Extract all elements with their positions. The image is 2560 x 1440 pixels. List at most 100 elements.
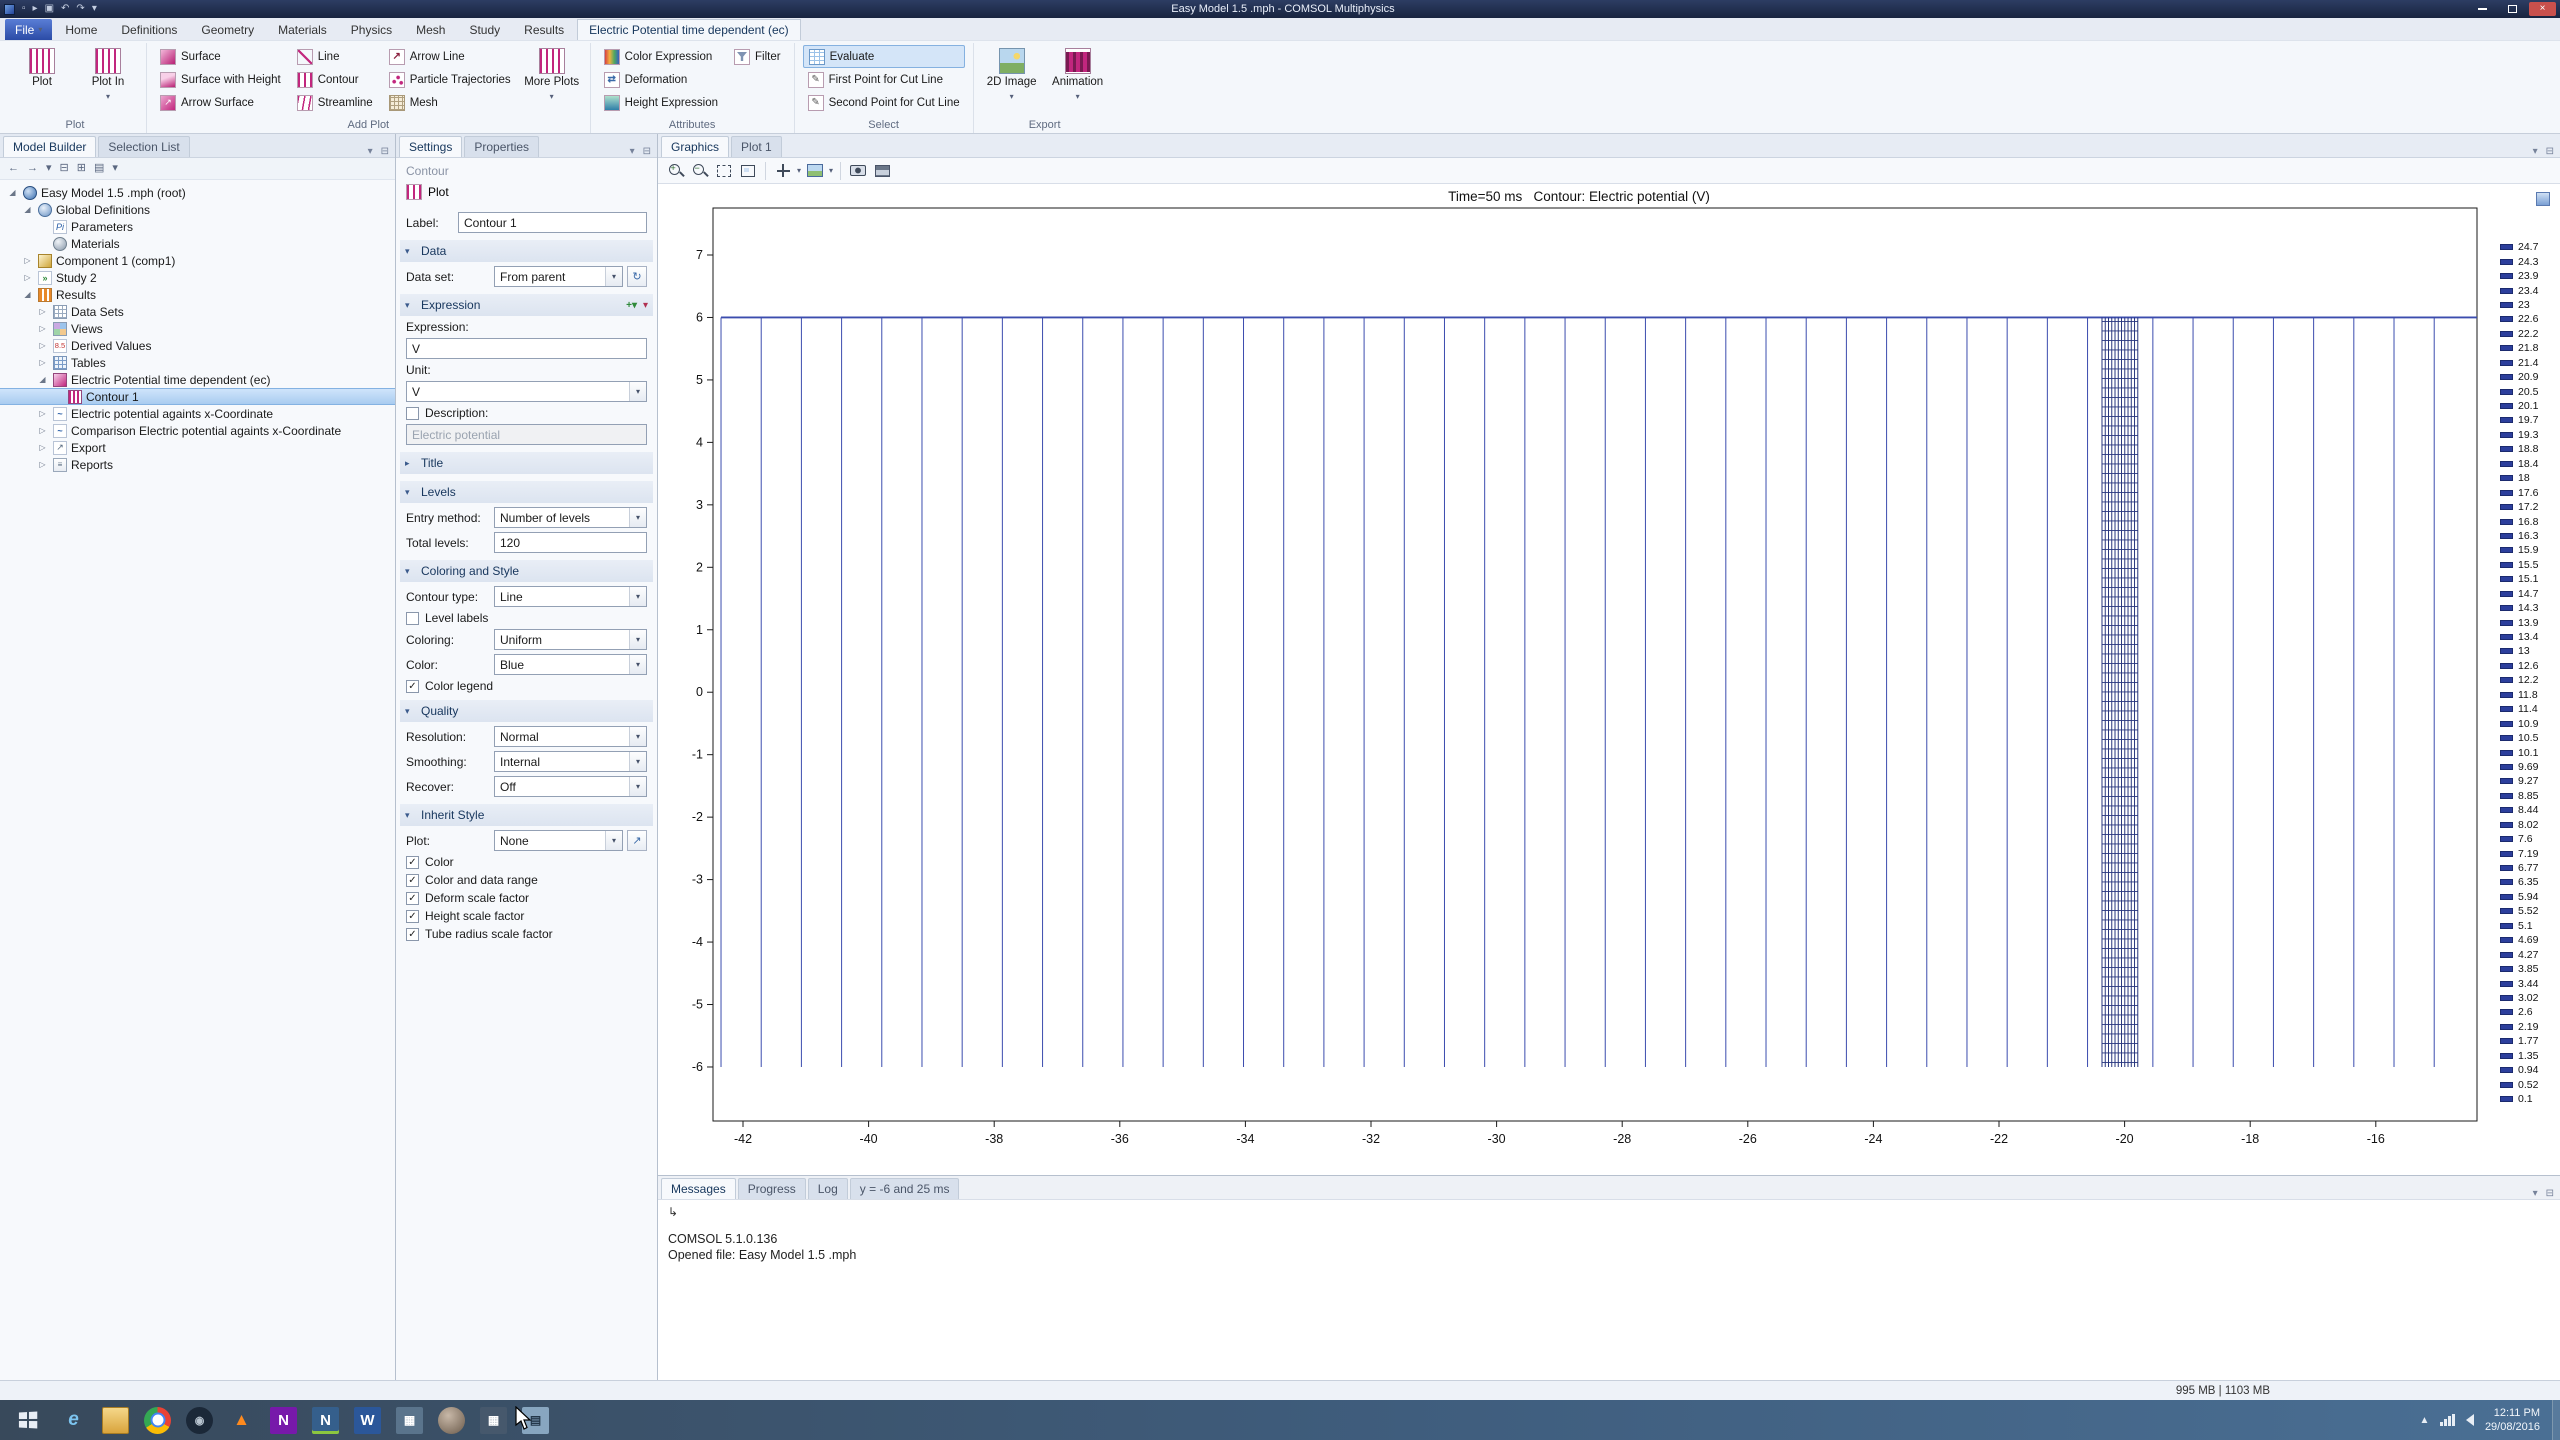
word-icon[interactable]: W xyxy=(354,1407,381,1434)
particle-trajectories-button[interactable]: Particle Trajectories xyxy=(384,68,516,91)
section-header-data[interactable]: ▾Data xyxy=(400,240,653,262)
checkbox-icon[interactable]: ✓ xyxy=(406,910,419,923)
settings-tab[interactable]: Properties xyxy=(464,136,539,157)
maximize-button[interactable] xyxy=(2499,2,2526,16)
tree-item[interactable]: ◢Electric Potential time dependent (ec) xyxy=(0,371,395,388)
panel-collapse-icon[interactable]: ⊟ xyxy=(2543,146,2557,157)
notepad-plus-plus-icon[interactable]: N xyxy=(312,1407,339,1434)
panel-menu-icon[interactable]: ▾ xyxy=(627,146,638,157)
expand-arrow-icon[interactable]: ◢ xyxy=(21,290,34,299)
collapse-all-icon[interactable]: ⊟ xyxy=(60,163,69,174)
expand-arrow-icon[interactable]: ▷ xyxy=(21,273,34,282)
tree-item[interactable]: ▷Data Sets xyxy=(0,303,395,320)
more-plots-button[interactable]: More Plots ▾ xyxy=(522,45,582,101)
steam-icon[interactable]: ◉ xyxy=(186,1407,213,1434)
show-desktop-button[interactable] xyxy=(2552,1400,2560,1440)
checkbox-icon[interactable] xyxy=(406,612,419,625)
graphics-tab[interactable]: Graphics xyxy=(661,136,729,157)
checkbox-row[interactable]: ✓Color legend xyxy=(406,679,647,693)
save-icon[interactable]: ▣ xyxy=(45,4,54,14)
arrow-surface-button[interactable]: ↗Arrow Surface xyxy=(155,91,286,114)
section-header-quality[interactable]: ▾Quality xyxy=(400,700,653,722)
color-dropdown[interactable]: Blue▾ xyxy=(494,654,647,675)
ribbon-tab[interactable]: Materials xyxy=(267,19,338,40)
zoom-box-icon[interactable] xyxy=(738,161,758,181)
smoothing-dropdown[interactable]: Internal▾ xyxy=(494,751,647,772)
snapshot-icon[interactable] xyxy=(848,161,868,181)
messages-tab[interactable]: Progress xyxy=(738,1178,806,1199)
tree-item[interactable]: ▷~Electric potential againts x-Coordinat… xyxy=(0,405,395,422)
tree-item[interactable]: Materials xyxy=(0,235,395,252)
back-icon[interactable]: ← xyxy=(8,163,19,174)
ribbon-tab[interactable]: Results xyxy=(513,19,575,40)
history-dropdown-icon[interactable]: ▾ xyxy=(46,163,52,174)
tree-item[interactable]: ▷»Study 2 xyxy=(0,269,395,286)
checkbox-row[interactable]: ✓Deform scale factor xyxy=(406,891,647,905)
contourtype-dropdown[interactable]: Line▾ xyxy=(494,586,647,607)
chevron-down-icon[interactable]: ▾ xyxy=(829,166,833,175)
animation-button[interactable]: Animation ▾ xyxy=(1048,45,1108,101)
messages-tab[interactable]: y = -6 and 25 ms xyxy=(850,1178,960,1199)
panel-collapse-icon[interactable]: ⊟ xyxy=(640,146,654,157)
checkbox-row[interactable]: ✓Color xyxy=(406,855,647,869)
tree-item[interactable]: ◢Results xyxy=(0,286,395,303)
network-icon[interactable] xyxy=(2440,1414,2455,1426)
coloring-dropdown[interactable]: Uniform▾ xyxy=(494,629,647,650)
volume-icon[interactable] xyxy=(2466,1414,2474,1426)
deformation-button[interactable]: ⇄Deformation xyxy=(599,68,723,91)
zoom-in-icon[interactable]: + xyxy=(666,161,686,181)
tree-item[interactable]: ◢Global Definitions xyxy=(0,201,395,218)
2d-image-button[interactable]: 2D Image ▾ xyxy=(982,45,1042,101)
tree-item[interactable]: ▷Views xyxy=(0,320,395,337)
expand-all-icon[interactable]: ⊞ xyxy=(77,163,86,174)
tree-item[interactable]: ▷Component 1 (comp1) xyxy=(0,252,395,269)
model-builder-tab[interactable]: Model Builder xyxy=(3,136,96,157)
panel-menu-icon[interactable]: ▾ xyxy=(2530,1188,2541,1199)
text-input[interactable]: V xyxy=(406,338,647,359)
section-header-coloring-and-style[interactable]: ▾Coloring and Style xyxy=(400,560,653,582)
panel-menu-icon[interactable]: ▾ xyxy=(365,146,376,157)
text-editor-icon[interactable]: ▤ xyxy=(522,1407,549,1434)
ribbon-tab[interactable]: Definitions xyxy=(110,19,188,40)
gimp-icon[interactable] xyxy=(438,1407,465,1434)
expand-arrow-icon[interactable]: ◢ xyxy=(6,188,19,197)
open-icon[interactable]: ▸ xyxy=(33,4,38,14)
checkbox-icon[interactable] xyxy=(406,407,419,420)
plot-in-button[interactable]: Plot In ▾ xyxy=(78,45,138,101)
expand-arrow-icon[interactable]: ◢ xyxy=(36,375,49,384)
section-header-expression[interactable]: ▾Expression+▾▾ xyxy=(400,294,653,316)
zoom-extents-icon[interactable] xyxy=(714,161,734,181)
undo-icon[interactable]: ↶ xyxy=(61,4,69,14)
plot-button[interactable]: Plot xyxy=(12,45,72,90)
contour-button[interactable]: Contour xyxy=(292,68,378,91)
entrymethod-dropdown[interactable]: Number of levels▾ xyxy=(494,507,647,528)
label-field[interactable]: Contour 1 xyxy=(458,212,647,233)
image-options-icon[interactable] xyxy=(805,161,825,181)
tree-item[interactable]: ▷≡Reports xyxy=(0,456,395,473)
close-button[interactable]: × xyxy=(2529,2,2556,16)
expand-arrow-icon[interactable]: ▷ xyxy=(21,256,34,265)
plot-dropdown[interactable]: None▾ xyxy=(494,830,623,851)
start-button[interactable] xyxy=(0,1400,54,1440)
tree-item[interactable]: PiParameters xyxy=(0,218,395,235)
checkbox-row[interactable]: Level labels xyxy=(406,611,647,625)
legend-settings-icon[interactable] xyxy=(2536,192,2550,206)
checkbox-icon[interactable]: ✓ xyxy=(406,856,419,869)
filter-button[interactable]: Filter xyxy=(729,45,786,68)
settings-tab[interactable]: Settings xyxy=(399,136,462,157)
ribbon-tab[interactable]: Mesh xyxy=(405,19,456,40)
streamline-button[interactable]: Streamline xyxy=(292,91,378,114)
go-to-plot-icon[interactable]: ↗ xyxy=(627,830,647,851)
checkbox-icon[interactable]: ✓ xyxy=(406,874,419,887)
value-input[interactable]: 120 xyxy=(494,532,647,553)
minimize-button[interactable] xyxy=(2469,2,2496,16)
taskbar-clock[interactable]: 12:11 PM 29/08/2016 xyxy=(2485,1406,2540,1435)
ribbon-tab[interactable]: Geometry xyxy=(190,19,265,40)
redo-icon[interactable]: ↷ xyxy=(76,4,84,14)
model-builder-tab[interactable]: Selection List xyxy=(98,136,189,157)
forward-icon[interactable]: → xyxy=(27,163,38,174)
tree-item[interactable]: Contour 1 xyxy=(0,388,395,405)
checkbox-icon[interactable]: ✓ xyxy=(406,680,419,693)
expand-arrow-icon[interactable]: ◢ xyxy=(21,205,34,214)
print-icon[interactable] xyxy=(872,161,892,181)
